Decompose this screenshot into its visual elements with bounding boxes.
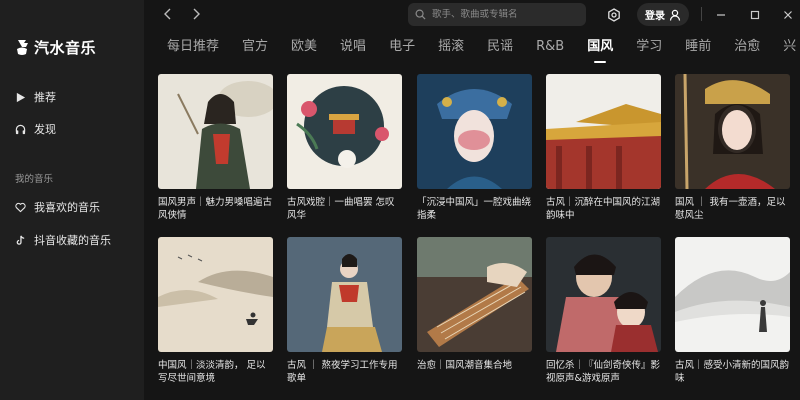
maximize-button[interactable] [747, 7, 763, 23]
sidebar-item-label: 我喜欢的音乐 [34, 201, 100, 214]
playlist-title: 国风男声｜魅力男嗓唱遍古风侠情 [158, 197, 273, 221]
settings-hexagon-icon [608, 8, 620, 22]
playlist-card[interactable]: 古风｜感受小清新的国风韵味 [675, 237, 790, 385]
search-icon [415, 9, 426, 20]
playlist-title: 中国风｜淡淡清韵， 足以写尽世间意境 [158, 360, 266, 384]
back-arrow-icon [164, 8, 171, 20]
heart-icon [15, 202, 26, 212]
sidebar-item-recommend[interactable]: 推荐 [15, 87, 56, 107]
playlist-title: 古风 ｜ 熬夜学习工作专用歌单 [287, 360, 398, 384]
forward-arrow-icon [193, 8, 200, 20]
tab-western[interactable]: 欧美 [291, 36, 317, 60]
tab-rap[interactable]: 说唱 [340, 36, 366, 60]
tab-rock[interactable]: 摇滚 [438, 36, 464, 60]
playlist-cover [675, 237, 790, 352]
playlist-title: 古风｜沉醉在中国风的江湖韵味中 [546, 197, 661, 221]
tab-more[interactable]: 兴 [783, 36, 796, 60]
playlist-card[interactable]: 古风戏腔｜一曲唱罢 怎叹风华 [287, 74, 402, 222]
tab-guofeng[interactable]: 国风 [587, 36, 613, 63]
sidebar-item-discover[interactable]: 发现 [15, 119, 56, 139]
tab-healing[interactable]: 治愈 [734, 36, 760, 60]
playlist-card[interactable]: 回忆杀｜『仙剑奇侠传』影视原声&游戏原声 [546, 237, 661, 385]
sidebar: 汽水音乐 推荐 发现 我的音乐 我喜欢的音乐 抖音收藏的音乐 [0, 0, 144, 400]
minimize-button[interactable] [713, 7, 729, 23]
tab-study[interactable]: 学习 [636, 36, 662, 60]
playlist-title: 「沉浸中国风」一腔戏曲绕指柔 [417, 197, 532, 221]
close-button[interactable] [780, 7, 796, 23]
playlist-card[interactable]: 中国风｜淡淡清韵， 足以写尽世间意境 [158, 237, 273, 385]
top-bar: 登录 [144, 0, 800, 30]
sidebar-item-label: 发现 [34, 123, 56, 136]
user-icon [669, 9, 681, 21]
tiktok-icon [16, 235, 25, 245]
playlist-cover [287, 74, 402, 189]
playlist-card[interactable]: 治愈｜国风潮音集合地 [417, 237, 532, 385]
section-title-my-music: 我的音乐 [15, 174, 54, 185]
app-name: 汽水音乐 [34, 38, 97, 57]
playlist-cover [158, 74, 273, 189]
maximize-icon [750, 10, 760, 20]
playlist-cover [417, 74, 532, 189]
close-icon [784, 11, 792, 19]
tab-electronic[interactable]: 电子 [389, 36, 415, 60]
tab-official[interactable]: 官方 [242, 36, 268, 60]
login-button[interactable]: 登录 [637, 3, 689, 26]
app-logo[interactable]: 汽水音乐 [14, 36, 96, 58]
playlist-title: 回忆杀｜『仙剑奇侠传』影视原声&游戏原声 [546, 360, 661, 384]
playlist-title: 古风｜感受小清新的国风韵味 [675, 360, 790, 384]
playlist-cover [546, 237, 661, 352]
playlist-cover [417, 237, 532, 352]
tab-bedtime[interactable]: 睡前 [685, 36, 711, 60]
playlist-title: 治愈｜国风潮音集合地 [417, 360, 513, 371]
sidebar-item-label: 推荐 [34, 91, 56, 104]
tab-daily[interactable]: 每日推荐 [167, 36, 219, 60]
sidebar-item-label: 抖音收藏的音乐 [34, 234, 111, 247]
divider [701, 7, 702, 21]
login-label: 登录 [645, 11, 665, 22]
playlist-card[interactable]: 古风 ｜ 熬夜学习工作专用歌单 [287, 237, 402, 385]
playlist-cover [287, 237, 402, 352]
minimize-icon [717, 14, 725, 16]
playlist-card[interactable]: 国风男声｜魅力男嗓唱遍古风侠情 [158, 74, 273, 222]
forward-button[interactable] [188, 6, 204, 22]
tab-rnb[interactable]: R&B [536, 36, 564, 60]
playlist-title: 国风 ｜ 我有一壶酒，足以慰风尘 [675, 197, 786, 221]
category-tabs: 每日推荐 官方 欧美 说唱 电子 摇滚 民谣 R&B 国风 学习 睡前 治愈 兴 [167, 36, 800, 63]
playlist-cover [546, 74, 661, 189]
sidebar-item-douyin-collection[interactable]: 抖音收藏的音乐 [15, 230, 111, 250]
playlist-card[interactable]: 「沉浸中国风」一腔戏曲绕指柔 [417, 74, 532, 222]
playlist-cover [675, 74, 790, 189]
sidebar-item-liked-music[interactable]: 我喜欢的音乐 [15, 197, 100, 217]
playlist-cover [158, 237, 273, 352]
playlist-card[interactable]: 古风｜沉醉在中国风的江湖韵味中 [546, 74, 661, 222]
headphones-icon [15, 124, 26, 134]
logo-icon [17, 40, 28, 55]
playlist-title: 古风戏腔｜一曲唱罢 怎叹风华 [287, 197, 395, 221]
playlist-card[interactable]: 国风 ｜ 我有一壶酒，足以慰风尘 [675, 74, 790, 222]
back-button[interactable] [160, 6, 176, 22]
search-input[interactable] [432, 9, 582, 20]
search-box[interactable] [408, 3, 586, 26]
tab-folk[interactable]: 民谣 [487, 36, 513, 60]
settings-button[interactable] [606, 7, 622, 23]
play-icon [16, 92, 26, 102]
